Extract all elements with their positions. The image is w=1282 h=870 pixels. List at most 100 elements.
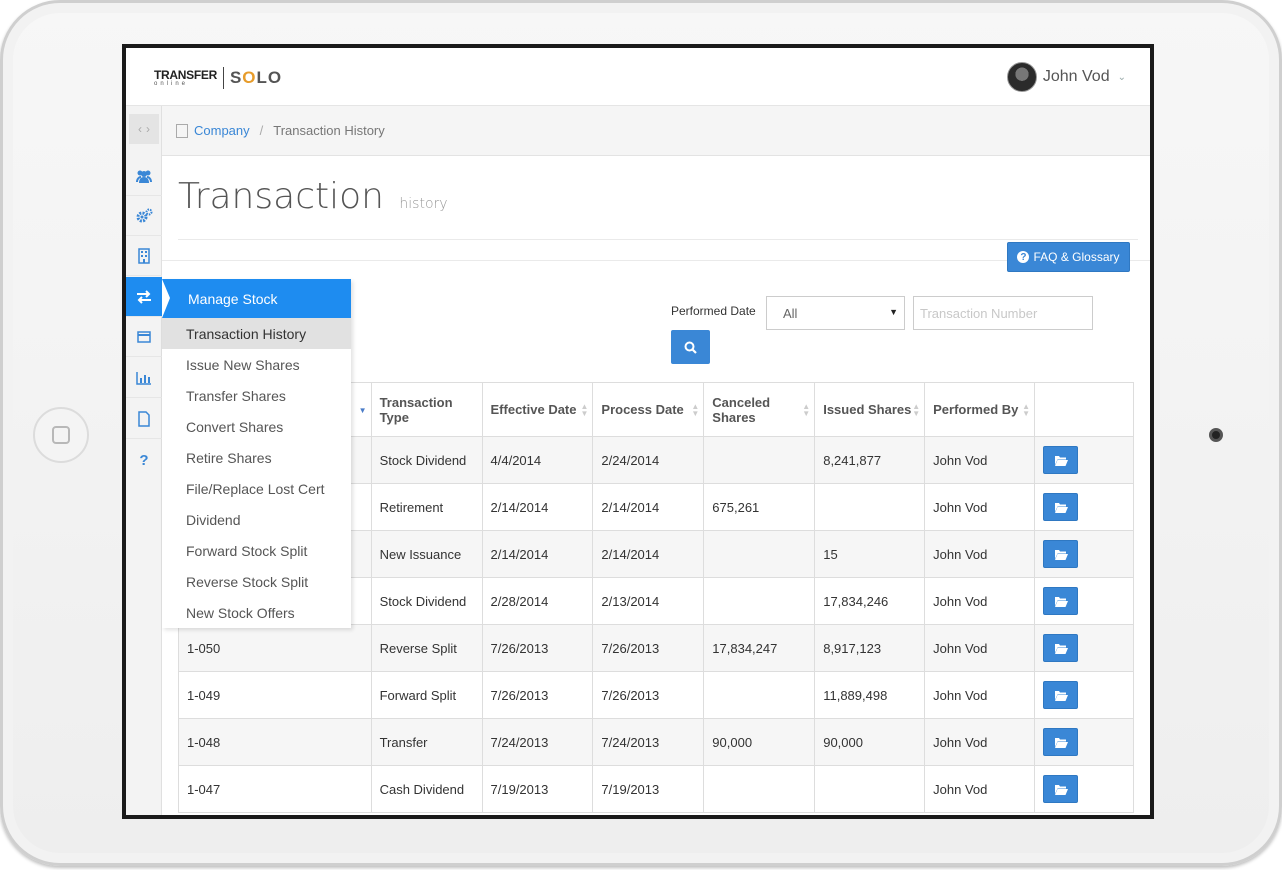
exchange-icon[interactable] bbox=[126, 277, 162, 317]
cell-process-date: 2/24/2014 bbox=[592, 436, 705, 484]
menu-item-dividend[interactable]: Dividend bbox=[162, 504, 351, 535]
menu-item-new-stock-offers[interactable]: New Stock Offers bbox=[162, 597, 351, 628]
cell-actions bbox=[1034, 530, 1134, 578]
column-header-performed-by[interactable]: Performed By ▲ ▼ bbox=[924, 382, 1036, 437]
table-row: 1-050 Reverse Split 7/26/2013 7/26/2013 17,8… bbox=[178, 624, 1134, 672]
menu-item-forward-stock-split[interactable]: Forward Stock Split bbox=[162, 535, 351, 566]
user-name[interactable]: John Vod bbox=[1043, 68, 1110, 86]
open-folder-button[interactable] bbox=[1043, 493, 1079, 521]
open-folder-button[interactable] bbox=[1043, 540, 1079, 568]
breadcrumb-company-link[interactable]: Company bbox=[194, 123, 250, 138]
sort-icon[interactable]: ▲ ▼ bbox=[802, 403, 810, 418]
cell-effective-date: 2/14/2014 bbox=[481, 530, 594, 578]
transaction-number-input[interactable] bbox=[913, 296, 1093, 330]
menu-item-transaction-history[interactable]: Transaction History bbox=[162, 318, 351, 349]
sort-icon[interactable]: ▲ ▼ bbox=[912, 403, 920, 418]
menu-item-transfer-shares[interactable]: Transfer Shares bbox=[162, 380, 351, 411]
performed-date-select[interactable]: All ▼ bbox=[766, 296, 905, 330]
column-header-transaction-type[interactable]: Transaction Type bbox=[370, 382, 483, 437]
cell-effective-date: 2/14/2014 bbox=[481, 483, 594, 531]
avatar[interactable] bbox=[1006, 62, 1037, 92]
page-title-text: Transaction bbox=[178, 176, 384, 217]
chevron-down-icon[interactable]: ⌄ bbox=[1118, 72, 1126, 83]
cell-effective-date: 4/4/2014 bbox=[481, 436, 594, 484]
menu-item-reverse-stock-split[interactable]: Reverse Stock Split bbox=[162, 566, 351, 597]
breadcrumb-current: Transaction History bbox=[273, 123, 385, 138]
cell-transaction-type: Stock Dividend bbox=[370, 436, 483, 484]
sort-icon[interactable]: ▲ ▼ bbox=[691, 403, 699, 418]
menu-item-file-replace-lost-cert[interactable]: File/Replace Lost Cert bbox=[162, 473, 351, 504]
home-button[interactable] bbox=[33, 407, 89, 463]
logo-divider bbox=[222, 67, 224, 89]
cell-canceled-shares: 17,834,247 bbox=[703, 624, 816, 672]
sort-icon[interactable]: ▲ ▼ bbox=[1022, 403, 1030, 418]
menu-item-convert-shares[interactable]: Convert Shares bbox=[162, 411, 351, 442]
breadcrumb: Company / Transaction History bbox=[162, 106, 1150, 156]
open-folder-button[interactable] bbox=[1043, 446, 1079, 474]
cell-performed-by: John Vod bbox=[924, 577, 1036, 625]
manage-stock-heading[interactable]: Manage Stock bbox=[162, 279, 351, 318]
card-icon[interactable] bbox=[126, 317, 162, 357]
cell-canceled-shares bbox=[703, 765, 816, 813]
building-icon bbox=[176, 123, 188, 138]
cell-transaction-type: Retirement bbox=[370, 483, 483, 531]
gears-icon[interactable] bbox=[126, 196, 162, 236]
camera-lens bbox=[1209, 428, 1223, 442]
bar-chart-icon[interactable] bbox=[126, 358, 162, 398]
breadcrumb-separator: / bbox=[259, 123, 264, 138]
app-logo[interactable]: TRANSFER online SOLO bbox=[154, 66, 282, 90]
open-folder-button[interactable] bbox=[1043, 728, 1079, 756]
table-row: 1-049 Forward Split 7/26/2013 7/26/2013 11,8… bbox=[178, 671, 1134, 719]
column-header-issued-shares[interactable]: Issued Shares ▲ ▼ bbox=[814, 382, 926, 437]
cell-transaction-type: Transfer bbox=[370, 718, 483, 766]
cell-issued-shares: 8,241,877 bbox=[814, 436, 926, 484]
performed-date-value: All bbox=[783, 305, 798, 321]
section-divider bbox=[162, 260, 1150, 261]
cell-actions bbox=[1034, 436, 1134, 484]
open-folder-button[interactable] bbox=[1043, 681, 1079, 709]
users-icon[interactable] bbox=[126, 156, 162, 196]
cell-transaction-type: Cash Dividend bbox=[370, 765, 483, 813]
folder-open-icon bbox=[1054, 784, 1068, 795]
cell-process-date: 2/14/2014 bbox=[592, 530, 705, 578]
cell-canceled-shares: 90,000 bbox=[703, 718, 816, 766]
column-header-effective-date[interactable]: Effective Date ▲ ▼ bbox=[481, 382, 594, 437]
performed-date-label: Performed Date bbox=[671, 304, 756, 318]
menu-item-retire-shares[interactable]: Retire Shares bbox=[162, 442, 351, 473]
cell-issued-shares bbox=[814, 483, 926, 531]
search-button[interactable] bbox=[671, 330, 710, 364]
user-menu[interactable]: John Vod ⌄ bbox=[1006, 62, 1126, 92]
column-header-canceled-shares[interactable]: Canceled Shares ▲ ▼ bbox=[703, 382, 816, 437]
folder-open-icon bbox=[1054, 549, 1068, 560]
cell-canceled-shares: 675,261 bbox=[703, 483, 816, 531]
cell-actions bbox=[1034, 765, 1134, 813]
sidebar-toggle[interactable]: ‹ › bbox=[129, 114, 159, 144]
column-header-process-date[interactable]: Process Date ▲ ▼ bbox=[592, 382, 705, 437]
cell-canceled-shares bbox=[703, 436, 816, 484]
cell-effective-date: 7/26/2013 bbox=[481, 671, 594, 719]
chevron-left-icon: ‹ bbox=[138, 122, 142, 136]
building-icon[interactable] bbox=[126, 236, 162, 276]
cell-performed-by: John Vod bbox=[924, 624, 1036, 672]
question-icon[interactable]: ? bbox=[126, 440, 162, 480]
cell-canceled-shares bbox=[703, 577, 816, 625]
open-folder-button[interactable] bbox=[1043, 634, 1079, 662]
menu-item-issue-new-shares[interactable]: Issue New Shares bbox=[162, 349, 351, 380]
page-title: Transaction history bbox=[178, 176, 448, 217]
table-row: 1-048 Transfer 7/24/2013 7/24/2013 90,000 90,… bbox=[178, 718, 1134, 766]
cell-transaction-type: New Issuance bbox=[370, 530, 483, 578]
folder-open-icon bbox=[1054, 502, 1068, 513]
document-icon[interactable] bbox=[126, 399, 162, 439]
sort-desc-icon[interactable]: ▼ bbox=[359, 407, 367, 415]
cell-effective-date: 2/28/2014 bbox=[481, 577, 594, 625]
cell-issued-shares: 17,834,246 bbox=[814, 577, 926, 625]
cell-canceled-shares bbox=[703, 530, 816, 578]
cell-actions bbox=[1034, 718, 1134, 766]
search-icon bbox=[684, 341, 697, 354]
faq-glossary-button[interactable]: ? FAQ & Glossary bbox=[1007, 242, 1130, 272]
sort-icon[interactable]: ▲ ▼ bbox=[580, 403, 588, 418]
open-folder-button[interactable] bbox=[1043, 775, 1079, 803]
column-header-actions bbox=[1034, 382, 1134, 437]
caret-down-icon: ▼ bbox=[889, 307, 898, 317]
open-folder-button[interactable] bbox=[1043, 587, 1079, 615]
